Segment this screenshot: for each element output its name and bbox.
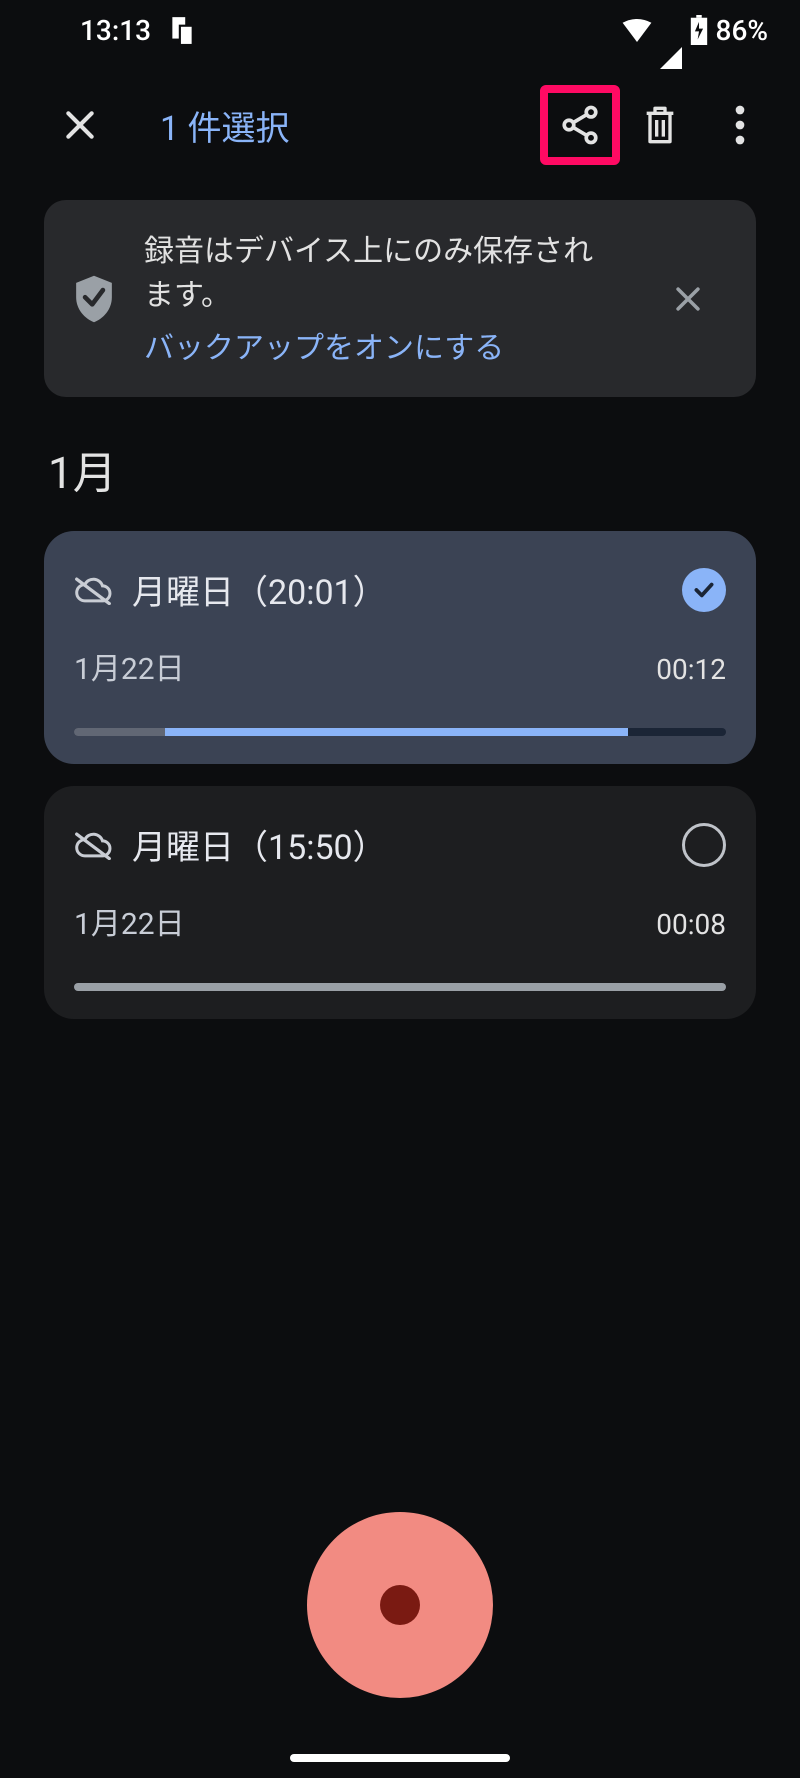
recording-title: 月曜日（20:01） — [132, 565, 662, 614]
progress-segment-a — [74, 983, 726, 991]
progress-segment-a — [74, 728, 165, 736]
banner-text: 録音はデバイス上にのみ保存されます。 — [144, 230, 620, 317]
backup-banner: 録音はデバイス上にのみ保存されます。 バックアップをオンにする — [44, 200, 756, 397]
recording-title: 月曜日（15:50） — [132, 820, 662, 869]
recording-card[interactable]: 月曜日（20:01） 1月22日 00:12 — [44, 531, 756, 764]
more-button[interactable] — [700, 85, 780, 165]
app-bar: 1 件選択 — [0, 60, 800, 190]
wifi-icon — [622, 18, 652, 42]
status-bar: 13:13 86% — [0, 0, 800, 60]
signal-icon — [660, 14, 682, 47]
status-time: 13:13 — [80, 14, 151, 47]
delete-button[interactable] — [620, 85, 700, 165]
month-section-header: 1月 — [0, 437, 800, 531]
cloud-off-icon — [74, 575, 112, 605]
recording-waveform-progress — [74, 983, 726, 991]
banner-close-button[interactable] — [648, 259, 728, 339]
battery-icon — [690, 15, 708, 45]
record-dot-icon — [380, 1585, 420, 1625]
close-button[interactable] — [40, 85, 120, 165]
progress-segment-b — [165, 728, 628, 736]
recording-duration: 00:12 — [656, 653, 726, 686]
device-icon — [169, 15, 195, 45]
selection-checkbox[interactable] — [682, 823, 726, 867]
cloud-off-icon — [74, 830, 112, 860]
recording-card[interactable]: 月曜日（15:50） 1月22日 00:08 — [44, 786, 756, 1019]
shield-check-icon — [72, 274, 116, 324]
recording-waveform-progress — [74, 728, 726, 736]
navigation-handle[interactable] — [290, 1754, 510, 1762]
recording-date: 1月22日 — [74, 644, 185, 688]
banner-backup-link[interactable]: バックアップをオンにする — [144, 323, 620, 367]
battery-percent: 86% — [716, 14, 768, 47]
record-button[interactable] — [307, 1512, 493, 1698]
recording-duration: 00:08 — [656, 908, 726, 941]
selection-count-label: 1 件選択 — [160, 101, 540, 150]
share-button[interactable] — [540, 85, 620, 165]
recording-date: 1月22日 — [74, 899, 185, 943]
selected-check-icon[interactable] — [682, 568, 726, 612]
